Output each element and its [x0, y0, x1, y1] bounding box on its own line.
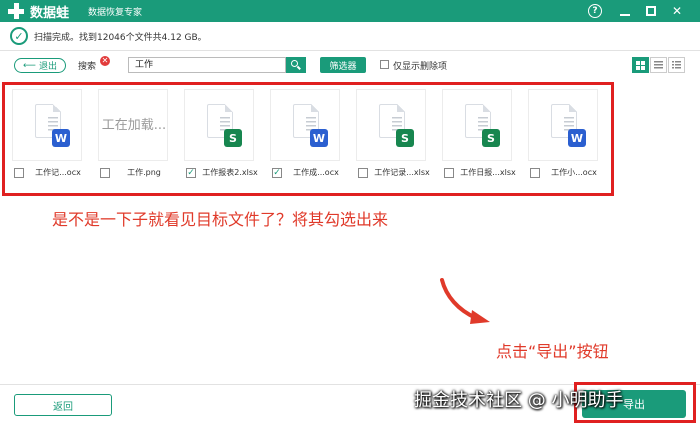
detail-view-icon	[672, 61, 681, 69]
maximize-button[interactable]	[642, 2, 660, 20]
scan-status: ✓ 扫描完成。找到12046个文件共4.12 GB。	[10, 26, 207, 46]
grid-view-icon	[636, 60, 645, 70]
help-button[interactable]: ?	[586, 2, 604, 20]
scan-status-text: 扫描完成。找到12046个文件共4.12 GB。	[34, 32, 207, 43]
exit-button[interactable]: ⟵ 退出	[14, 58, 66, 73]
minimize-icon	[620, 14, 630, 16]
list-view-button[interactable]	[650, 57, 667, 73]
close-button[interactable]: ✕	[668, 2, 686, 20]
search-label: 搜索	[78, 62, 97, 72]
show-deleted-checkbox[interactable]	[380, 60, 389, 69]
highlight-box-files	[2, 82, 614, 196]
search-icon	[291, 60, 301, 70]
list-view-icon	[654, 61, 663, 69]
detail-view-button[interactable]	[668, 57, 685, 73]
title-bar: 数据蛙 数据恢复专家 ? ✕	[0, 0, 700, 22]
show-deleted-label: 仅显示删除项	[393, 62, 448, 72]
watermark: 掘金技术社区 @ 小明助手	[414, 390, 624, 411]
minimize-button[interactable]	[616, 2, 634, 20]
back-button[interactable]: 返回	[14, 394, 112, 416]
app-subtitle: 数据恢复专家	[88, 8, 143, 18]
app-logo-icon	[8, 3, 24, 19]
help-icon: ?	[588, 4, 602, 18]
clear-search-icon[interactable]: ✕	[100, 56, 110, 66]
grid-view-button[interactable]	[632, 57, 649, 73]
search-input[interactable]: 工作	[128, 57, 286, 73]
exit-button-label: 退出	[38, 62, 57, 72]
close-icon: ✕	[671, 4, 683, 18]
filter-button[interactable]: 筛选器	[320, 57, 366, 73]
check-circle-icon: ✓	[10, 27, 28, 45]
divider	[0, 50, 700, 51]
annotation-export-tip: 点击“导出”按钮	[496, 342, 609, 361]
maximize-icon	[646, 6, 656, 16]
app-name: 数据蛙	[30, 6, 70, 21]
back-arrow-icon: ⟵	[23, 60, 36, 71]
annotation-select-tip: 是不是一下子就看见目标文件了？将其勾选出来	[52, 210, 389, 229]
search-button[interactable]	[286, 57, 306, 73]
arrow-icon	[440, 278, 490, 324]
